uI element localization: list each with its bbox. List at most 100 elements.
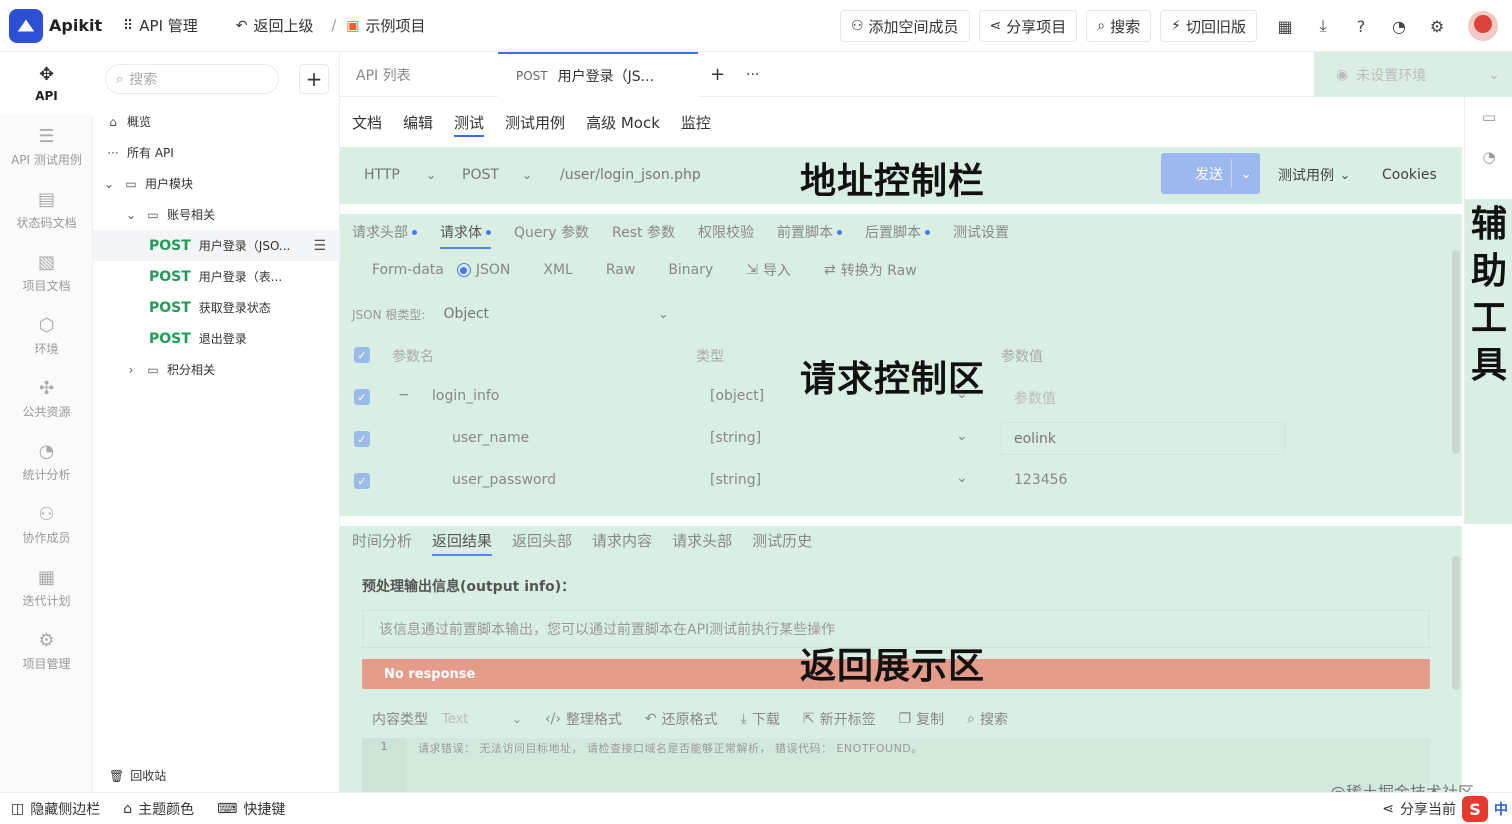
- shortcut-button[interactable]: ⌨ 快捷键: [217, 799, 285, 819]
- tree-folder-user-module[interactable]: ⌄ ▭ 用户模块: [93, 168, 340, 199]
- convert-raw-button[interactable]: ⇄ 转换为 Raw: [824, 260, 917, 280]
- tree-api-item[interactable]: POST 退出登录: [93, 323, 340, 354]
- more-tabs-button[interactable]: ···: [746, 52, 759, 97]
- select-all-checkbox[interactable]: ✓: [354, 347, 370, 363]
- root-type-select[interactable]: Object ⌄: [435, 300, 680, 328]
- param-type-select[interactable]: [string]: [710, 472, 761, 488]
- row-checkbox[interactable]: ✓: [354, 473, 370, 489]
- tree-item-overview[interactable]: ⌂ 概览: [93, 106, 340, 137]
- menu-icon[interactable]: ☰: [313, 238, 326, 254]
- tree-item-all-api[interactable]: ··· 所有 API: [93, 137, 340, 168]
- response-search-button[interactable]: ⌕ 搜索: [967, 709, 1008, 729]
- bell-icon[interactable]: ◔: [1388, 15, 1410, 37]
- tree-api-item[interactable]: POST 用户登录（表...: [93, 261, 340, 292]
- calendar-icon[interactable]: ▦: [1274, 15, 1296, 37]
- search-button[interactable]: ⌕ 搜索: [1086, 10, 1152, 42]
- req-tab-post-script[interactable]: 后置脚本: [865, 220, 930, 244]
- new-tab-button[interactable]: ⇱ 新开标签: [803, 709, 876, 729]
- nav-item-public-resource[interactable]: ✣ 公共资源: [0, 367, 93, 430]
- req-tab-auth[interactable]: 权限校验: [698, 220, 754, 244]
- subtab-doc[interactable]: 文档: [352, 97, 382, 147]
- subtab-edit[interactable]: 编辑: [403, 97, 433, 147]
- nav-item-environment[interactable]: ⬡ 环境: [0, 304, 93, 367]
- subtab-test-case[interactable]: 测试用例: [505, 97, 565, 147]
- subtab-test[interactable]: 测试: [454, 97, 485, 147]
- nav-item-project-doc[interactable]: ▧ 项目文档: [0, 241, 93, 304]
- row-checkbox[interactable]: ✓: [354, 431, 370, 447]
- response-scrollbar[interactable]: [1452, 556, 1460, 690]
- ime-language-indicator[interactable]: 中: [1494, 799, 1508, 819]
- bell-icon[interactable]: ◔: [1465, 137, 1512, 177]
- tree-api-item[interactable]: POST 获取登录状态: [93, 292, 340, 323]
- tree-search-input[interactable]: ⌕ 搜索: [105, 64, 279, 94]
- share-current-button[interactable]: 分享当前: [1400, 799, 1456, 819]
- format-xml[interactable]: XML: [543, 262, 572, 278]
- environment-select[interactable]: ◉ 未设置环境 ⌄: [1314, 52, 1512, 97]
- param-type-select[interactable]: [string]: [710, 430, 761, 446]
- collapse-icon[interactable]: −: [398, 387, 410, 403]
- copy-button[interactable]: ❐ 复制: [899, 709, 945, 729]
- nav-item-api[interactable]: ✥ API: [0, 52, 93, 115]
- tab-current-api[interactable]: POST 用户登录（JS...: [498, 52, 698, 97]
- theme-color-button[interactable]: ⌂ 主题颜色: [123, 799, 194, 819]
- project-breadcrumb[interactable]: ▣ 示例项目: [346, 15, 425, 36]
- row-checkbox[interactable]: ✓: [354, 389, 370, 405]
- param-type-select[interactable]: [object]: [710, 388, 764, 404]
- response-code-editor[interactable]: 1 请求错误： 无法访问目标地址， 请检查接口域名是否能够正常解析， 错误代码：…: [362, 738, 1430, 792]
- restore-format-button[interactable]: ↶ 还原格式: [645, 709, 718, 729]
- download-button[interactable]: ⤓ 下载: [741, 709, 780, 729]
- protocol-select[interactable]: HTTP ⌄: [364, 155, 436, 195]
- help-icon[interactable]: ?: [1350, 15, 1372, 37]
- req-tab-headers[interactable]: 请求头部: [352, 220, 417, 244]
- resp-tab-result[interactable]: 返回结果: [432, 528, 493, 556]
- req-tab-rest[interactable]: Rest 参数: [612, 220, 675, 244]
- add-member-button[interactable]: ⚇ 添加空间成员: [839, 10, 970, 42]
- test-case-select[interactable]: 测试用例 ⌄: [1278, 155, 1350, 195]
- nav-item-status-code[interactable]: ▤ 状态码文档: [0, 178, 93, 241]
- nav-item-api-test-case[interactable]: ☰ API 测试用例: [0, 115, 93, 178]
- param-value[interactable]: 123456: [1014, 472, 1067, 488]
- add-api-button[interactable]: +: [299, 64, 329, 94]
- format-form-data[interactable]: Form-data: [372, 262, 444, 278]
- request-scrollbar[interactable]: [1452, 250, 1460, 454]
- param-value-input[interactable]: eolink: [1001, 422, 1285, 455]
- app-logo[interactable]: Apikit: [9, 8, 109, 43]
- content-type-select[interactable]: Text ⌄: [442, 712, 522, 727]
- recycle-bin[interactable]: 🗑 回收站: [109, 767, 166, 784]
- chevron-down-icon[interactable]: ⌄: [1240, 166, 1252, 182]
- comment-icon[interactable]: ▭: [1465, 97, 1512, 137]
- format-button[interactable]: ‹/› 整理格式: [545, 709, 622, 729]
- param-value-placeholder[interactable]: 参数值: [1014, 388, 1056, 408]
- resp-tab-request-content[interactable]: 请求内容: [592, 528, 652, 552]
- format-raw[interactable]: Raw: [606, 262, 635, 278]
- resp-tab-time[interactable]: 时间分析: [352, 528, 412, 552]
- user-avatar[interactable]: [1468, 11, 1498, 41]
- cookies-button[interactable]: Cookies: [1382, 155, 1437, 195]
- tree-folder-account[interactable]: ⌄ ▭ 账号相关: [93, 199, 340, 230]
- share-project-button[interactable]: ⋖ 分享项目: [978, 10, 1078, 42]
- req-tab-settings[interactable]: 测试设置: [953, 220, 1009, 244]
- method-select[interactable]: POST ⌄: [462, 155, 534, 195]
- add-tab-button[interactable]: +: [710, 52, 725, 97]
- ime-logo[interactable]: S: [1462, 796, 1488, 822]
- resp-tab-request-headers[interactable]: 请求头部: [672, 528, 732, 552]
- tab-api-list[interactable]: API 列表: [356, 52, 411, 97]
- resp-tab-headers[interactable]: 返回头部: [512, 528, 572, 552]
- req-tab-body[interactable]: 请求体: [440, 220, 491, 249]
- nav-item-members[interactable]: ⚇ 协作成员: [0, 493, 93, 556]
- tree-folder-points[interactable]: › ▭ 积分相关: [93, 354, 340, 385]
- send-button[interactable]: 发送 ⌄: [1161, 153, 1260, 194]
- resp-tab-history[interactable]: 测试历史: [752, 528, 812, 552]
- switch-old-version-button[interactable]: ⚡ 切回旧版: [1160, 10, 1257, 42]
- nav-item-iteration[interactable]: ▦ 迭代计划: [0, 556, 93, 619]
- gear-icon[interactable]: ⚙: [1426, 15, 1448, 37]
- nav-item-statistics[interactable]: ◔ 统计分析: [0, 430, 93, 493]
- api-manage-menu[interactable]: ⠿ API 管理: [123, 15, 198, 36]
- import-button[interactable]: ⇲ 导入: [746, 260, 791, 280]
- tree-api-item[interactable]: POST 用户登录（JSO... ☰: [93, 230, 340, 261]
- download-icon[interactable]: ⤓: [1312, 15, 1334, 37]
- subtab-mock[interactable]: 高级 Mock: [586, 97, 660, 147]
- hide-sidebar-button[interactable]: ◫ 隐藏侧边栏: [11, 799, 100, 819]
- back-button[interactable]: ↶ 返回上级: [236, 15, 314, 36]
- format-binary[interactable]: Binary: [668, 262, 713, 278]
